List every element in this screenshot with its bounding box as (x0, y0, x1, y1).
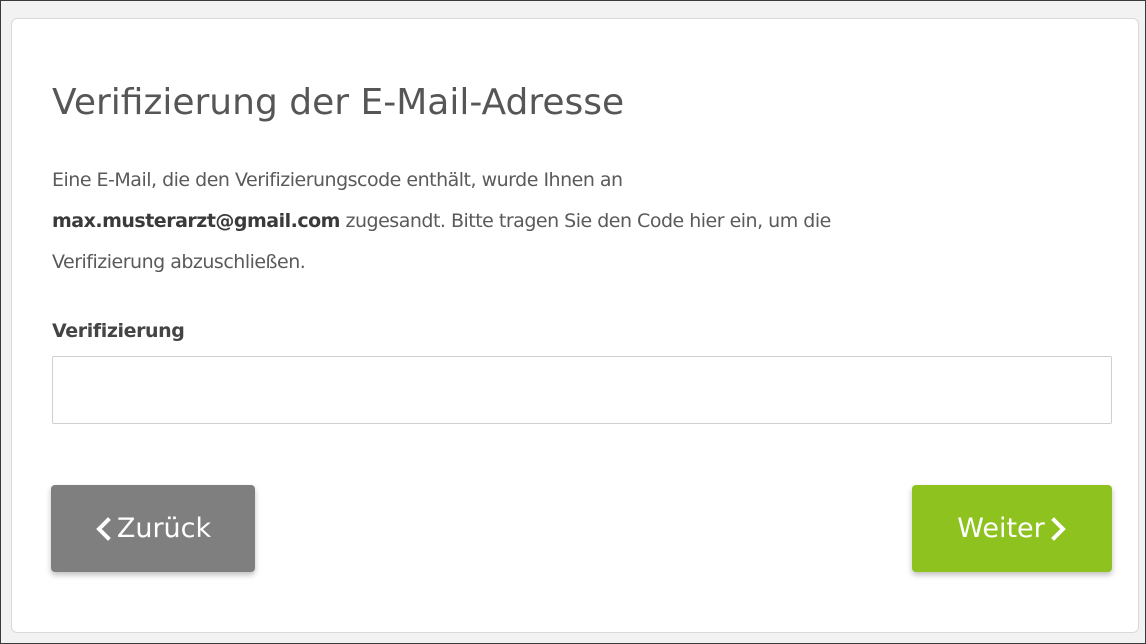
chevron-left-icon (95, 516, 111, 541)
email-address: max.musterarzt@gmail.com (52, 210, 340, 232)
intro-line-2: zugesandt. Bitte tragen Sie den Code hie… (345, 210, 832, 232)
intro-line-1: Eine E-Mail, die den Verifizierungscode … (52, 169, 623, 191)
page-title: Verifizierung der E-Mail-Adresse (52, 82, 625, 123)
back-button[interactable]: Zurück (51, 485, 255, 572)
verification-field-label: Verifizierung (52, 320, 185, 342)
window-frame: Verifizierung der E-Mail-Adresse Eine E-… (0, 0, 1146, 644)
back-button-label: Zurück (116, 513, 212, 544)
intro-text: Eine E-Mail, die den Verifizierungscode … (52, 160, 1112, 283)
verification-card: Verifizierung der E-Mail-Adresse Eine E-… (11, 18, 1139, 633)
verification-code-input[interactable] (52, 356, 1112, 424)
next-button-label: Weiter (957, 513, 1045, 544)
chevron-right-icon (1050, 516, 1067, 541)
next-button[interactable]: Weiter (912, 485, 1112, 572)
intro-line-3: Verifizierung abzuschließen. (52, 251, 306, 273)
